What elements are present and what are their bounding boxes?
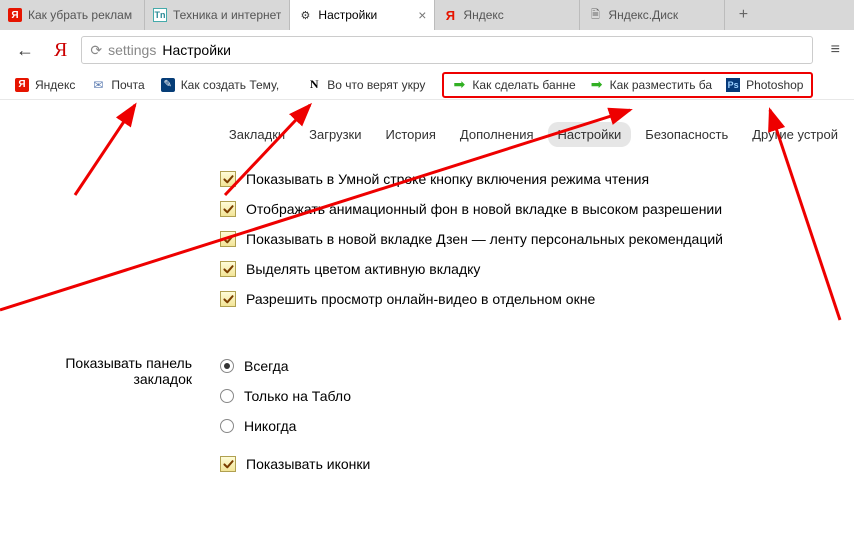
bookmark-item[interactable]: Я Яндекс <box>8 75 82 95</box>
bookmark-item[interactable]: Ps Photoshop <box>719 75 810 95</box>
bookmarks-bar: Я Яндекс ✉ Почта ✎ Как создать Тему, N В… <box>0 70 854 100</box>
bookmark-label: Яндекс <box>35 78 75 92</box>
file-icon: 🗎 <box>588 8 602 22</box>
lj-icon: ✎ <box>161 78 175 92</box>
tab-2[interactable]: ⚙ Настройки × <box>290 0 435 30</box>
setting-checkbox-row: Выделять цветом активную вкладку <box>220 254 854 284</box>
bookmark-item[interactable]: ➡ Как сделать банне <box>445 75 582 95</box>
bookmark-label: Как разместить ба <box>610 78 712 92</box>
label-line: Показывать панель <box>0 355 192 371</box>
radio-label: Всегда <box>244 358 289 374</box>
radio[interactable] <box>220 359 234 373</box>
checkbox-label: Показывать в Умной строке кнопку включен… <box>246 171 649 187</box>
checkbox[interactable] <box>220 231 236 247</box>
bookmark-label: Почта <box>111 78 144 92</box>
address-prefix: settings <box>108 42 156 58</box>
ya-icon: Я <box>15 78 29 92</box>
tab-title: Настройки <box>318 8 412 22</box>
tab-0[interactable]: Я Как убрать реклам <box>0 0 145 30</box>
radio[interactable] <box>220 389 234 403</box>
ps-icon: Ps <box>726 78 740 92</box>
checkbox-label: Выделять цветом активную вкладку <box>246 261 480 277</box>
radio[interactable] <box>220 419 234 433</box>
checkbox[interactable] <box>220 261 236 277</box>
setting-checkbox-row: Показывать в новой вкладке Дзен — ленту … <box>220 224 854 254</box>
radio-row: Всегда <box>220 351 854 381</box>
tab-1[interactable]: Tn Техника и интернет <box>145 0 290 30</box>
label-line: закладок <box>0 371 192 387</box>
refresh-icon[interactable]: ⟳ <box>90 42 102 59</box>
bookmark-item[interactable]: N Во что верят укру <box>300 75 432 95</box>
new-tab-button[interactable]: + <box>725 0 761 30</box>
bookmarks-panel-label: Показывать панель закладок <box>0 351 220 479</box>
ya-icon: Я <box>443 8 457 22</box>
tn-icon: Tn <box>153 8 167 22</box>
menu-button[interactable]: ≡ <box>827 41 844 59</box>
arrow-right-icon: ➡ <box>452 78 466 92</box>
gear-icon: ⚙ <box>298 8 312 22</box>
nav-settings[interactable]: Настройки <box>548 122 632 147</box>
checkbox-label: Разрешить просмотр онлайн-видео в отдель… <box>246 291 595 307</box>
address-bar[interactable]: ⟳ settings Настройки <box>81 36 812 64</box>
checkbox[interactable] <box>220 201 236 217</box>
yandex-logo[interactable]: Я <box>54 39 67 62</box>
highlighted-bookmarks: ➡ Как сделать банне ➡ Как разместить ба … <box>442 72 813 98</box>
tab-4[interactable]: 🗎 Яндекс.Диск <box>580 0 725 30</box>
nav-addons[interactable]: Дополнения <box>450 122 544 147</box>
nav-security[interactable]: Безопасность <box>635 122 738 147</box>
checkbox[interactable] <box>220 291 236 307</box>
bookmark-item[interactable]: ✉ Почта <box>84 75 151 95</box>
bookmark-label: Во что верят укру <box>327 78 425 92</box>
radio-label: Никогда <box>244 418 296 434</box>
setting-checkbox-row: Показывать иконки <box>220 449 854 479</box>
tab-3[interactable]: Я Яндекс <box>435 0 580 30</box>
bookmark-label: Как сделать банне <box>472 78 575 92</box>
tab-title: Яндекс <box>463 8 571 22</box>
close-icon[interactable]: × <box>418 7 426 23</box>
tab-title: Как убрать реклам <box>28 8 136 22</box>
setting-checkbox-row: Отображать анимационный фон в новой вкла… <box>220 194 854 224</box>
settings-nav: Закладки Загрузки История Дополнения Нас… <box>0 100 854 161</box>
nav-history[interactable]: История <box>375 122 445 147</box>
tab-title: Техника и интернет <box>173 8 281 22</box>
radio-row: Только на Табло <box>220 381 854 411</box>
bookmark-item[interactable]: ✎ Как создать Тему, <box>154 75 287 95</box>
settings-content: Показывать в Умной строке кнопку включен… <box>0 161 854 479</box>
radio-row: Никогда <box>220 411 854 441</box>
checkbox-label: Показывать в новой вкладке Дзен — ленту … <box>246 231 723 247</box>
tab-strip: Я Как убрать реклам Tn Техника и интерне… <box>0 0 854 30</box>
setting-checkbox-row: Разрешить просмотр онлайн-видео в отдель… <box>220 284 854 314</box>
tab-title: Яндекс.Диск <box>608 8 716 22</box>
bookmark-label: Photoshop <box>746 78 803 92</box>
radio-label: Только на Табло <box>244 388 351 404</box>
bookmark-label: Как создать Тему, <box>181 78 280 92</box>
checkbox[interactable] <box>220 171 236 187</box>
arrow-right-icon: ➡ <box>590 78 604 92</box>
address-text: Настройки <box>162 42 231 58</box>
bookmark-item[interactable]: ➡ Как разместить ба <box>583 75 719 95</box>
mail-icon: ✉ <box>91 78 105 92</box>
nav-other-devices[interactable]: Другие устрой <box>742 122 848 147</box>
checkbox-label: Показывать иконки <box>246 456 370 472</box>
nav-bookmarks[interactable]: Закладки <box>219 122 295 147</box>
setting-checkbox-row: Показывать в Умной строке кнопку включен… <box>220 164 854 194</box>
toolbar: ← Я ⟳ settings Настройки ≡ <box>0 30 854 70</box>
back-button[interactable]: ← <box>10 38 40 63</box>
n-icon: N <box>307 78 321 92</box>
checkbox[interactable] <box>220 456 236 472</box>
nav-downloads[interactable]: Загрузки <box>299 122 371 147</box>
ya-icon: Я <box>8 8 22 22</box>
checkbox-label: Отображать анимационный фон в новой вкла… <box>246 201 722 217</box>
